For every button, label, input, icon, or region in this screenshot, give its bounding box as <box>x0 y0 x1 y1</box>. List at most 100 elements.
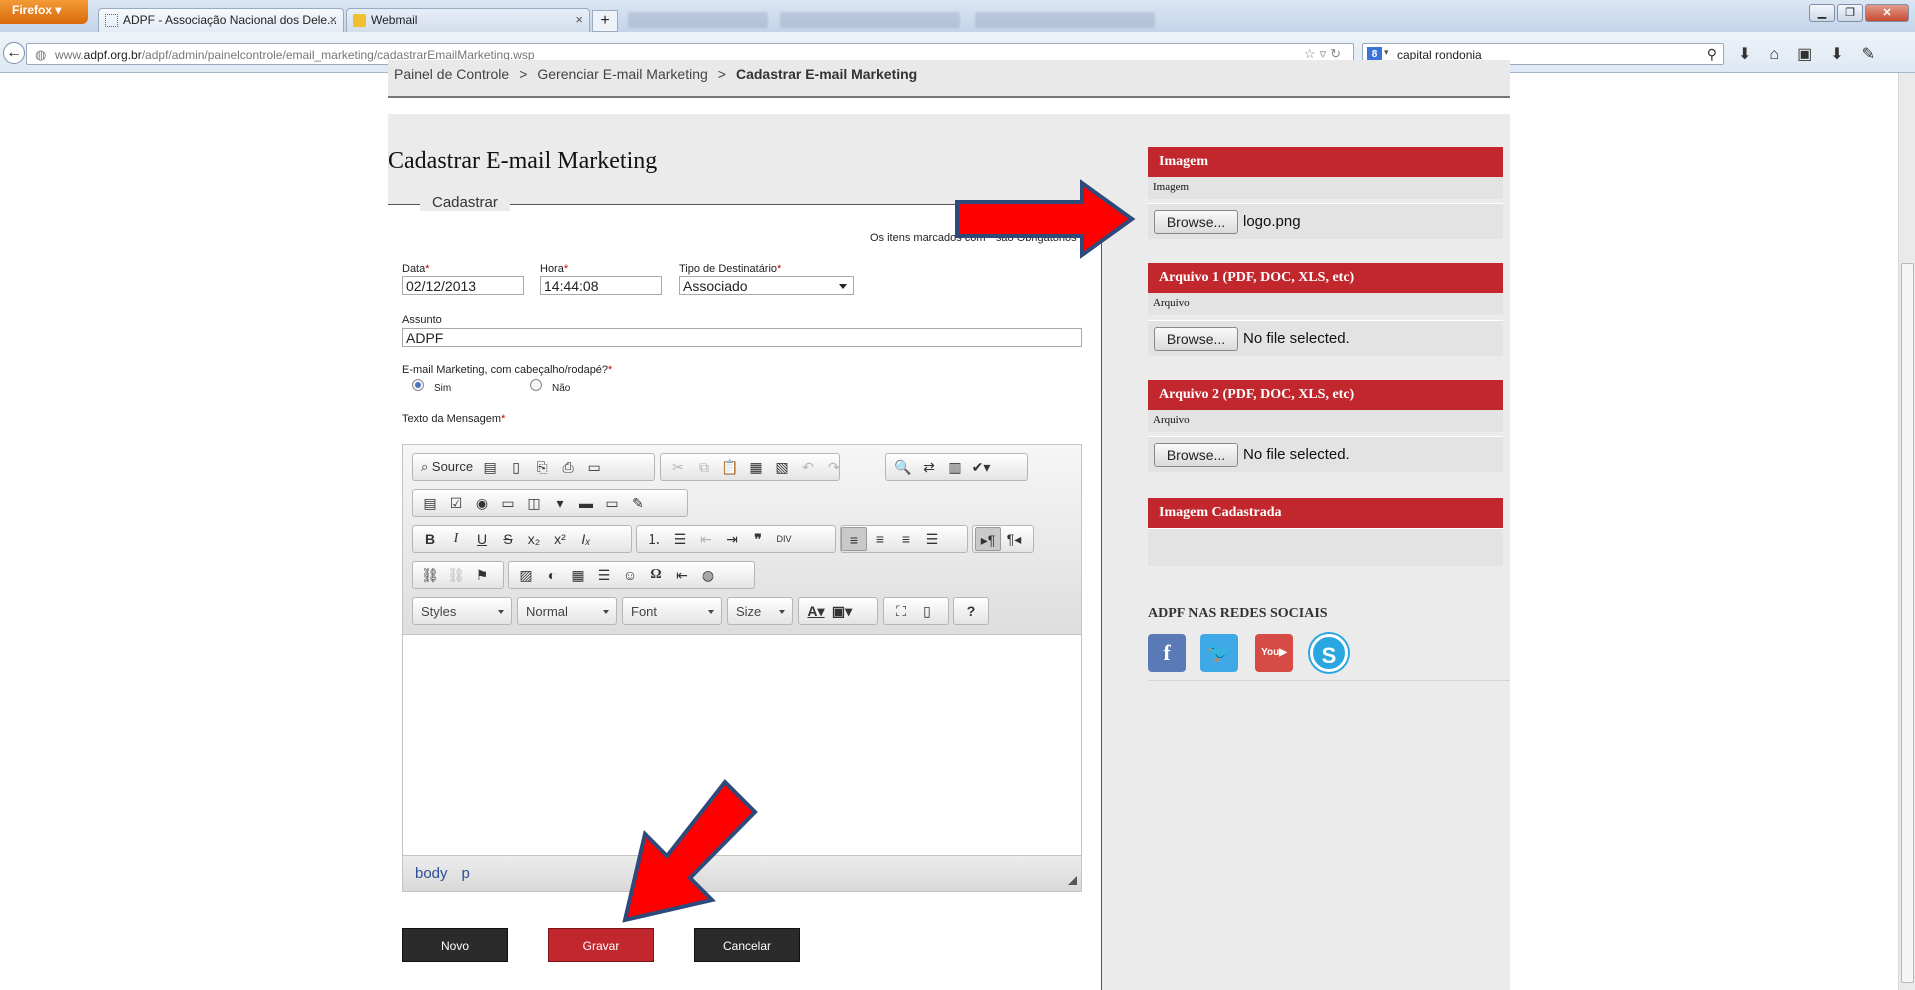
close-icon[interactable]: × <box>329 12 337 27</box>
superscript-icon[interactable]: x² <box>547 527 573 551</box>
spellcheck-icon[interactable]: ✔▾ <box>968 455 994 479</box>
element-path-body[interactable]: body <box>415 865 448 882</box>
new-tab-button[interactable]: + <box>592 10 618 32</box>
chevron-down-icon[interactable]: ▾ <box>1384 47 1389 58</box>
gravar-button[interactable]: Gravar <box>548 928 654 962</box>
font-combo[interactable]: Font <box>622 597 722 625</box>
special-char-icon[interactable]: Ω <box>643 563 669 587</box>
horizontal-rule-icon[interactable]: ☰ <box>591 563 617 587</box>
facebook-icon[interactable]: f <box>1148 634 1186 672</box>
blurred-tab[interactable] <box>628 12 768 28</box>
save-icon[interactable]: ▤ <box>477 455 503 479</box>
div-icon[interactable]: DIV <box>771 527 797 551</box>
home-icon[interactable]: ⌂ <box>1769 46 1797 63</box>
blurred-tab[interactable] <box>780 12 960 28</box>
redo-icon[interactable]: ↷ <box>821 455 847 479</box>
element-path-p[interactable]: p <box>462 865 470 882</box>
size-combo[interactable]: Size <box>727 597 793 625</box>
select-field-icon[interactable]: ▾ <box>547 491 573 515</box>
browse-button[interactable]: Browse... <box>1154 327 1238 351</box>
form-icon[interactable]: ▤ <box>417 491 443 515</box>
subject-input[interactable]: ADPF <box>402 328 1082 347</box>
image-icon[interactable]: ▨ <box>513 563 539 587</box>
strikethrough-icon[interactable]: S <box>495 527 521 551</box>
date-input[interactable]: 02/12/2013 <box>402 276 524 295</box>
radio-icon[interactable]: ◉ <box>469 491 495 515</box>
blurred-tab[interactable] <box>975 12 1155 28</box>
align-center-icon[interactable]: ≡ <box>867 527 893 551</box>
cut-icon[interactable]: ✂ <box>665 455 691 479</box>
anchor-flag-icon[interactable]: ⚑ <box>469 563 495 587</box>
show-blocks-icon[interactable]: ▯ <box>914 599 940 623</box>
page-scrollbar[interactable] <box>1898 73 1915 990</box>
blockquote-icon[interactable]: ❞ <box>745 527 771 551</box>
editor-content-area[interactable] <box>403 636 1081 854</box>
templates-icon[interactable]: ▭ <box>581 455 607 479</box>
bookmarks-icon[interactable]: ▣ <box>1797 46 1830 63</box>
link-icon[interactable]: ⛓ <box>417 563 443 587</box>
help-icon[interactable]: ? <box>958 599 984 623</box>
page-break-icon[interactable]: ⇤ <box>669 563 695 587</box>
align-right-icon[interactable]: ≡ <box>893 527 919 551</box>
table-icon[interactable]: ▦ <box>565 563 591 587</box>
replace-icon[interactable]: ⇄ <box>916 455 942 479</box>
ltr-icon[interactable]: ▸¶ <box>975 527 1001 551</box>
youtube-icon[interactable]: You▶ <box>1255 634 1293 672</box>
button-field-icon[interactable]: ▬ <box>573 491 599 515</box>
bg-color-icon[interactable]: ▣▾ <box>829 599 855 623</box>
twitter-icon[interactable]: 🐦 <box>1200 634 1238 672</box>
checkbox-icon[interactable]: ☑ <box>443 491 469 515</box>
bold-icon[interactable]: B <box>417 527 443 551</box>
iframe-globe-icon[interactable]: ◍ <box>695 563 721 587</box>
subscript-icon[interactable]: x₂ <box>521 527 547 551</box>
italic-icon[interactable]: I <box>443 527 469 551</box>
image-button-icon[interactable]: ▭ <box>599 491 625 515</box>
rtl-icon[interactable]: ¶◂ <box>1001 527 1027 551</box>
tab-adpf[interactable]: ADPF - Associação Nacional dos Dele... × <box>98 8 344 32</box>
save-icon[interactable]: ⬇ <box>1830 46 1861 63</box>
preview-icon[interactable]: ⎘ <box>529 455 555 479</box>
restore-icon[interactable]: ❐ <box>1837 4 1863 22</box>
find-icon[interactable]: 🔍 <box>890 455 916 479</box>
undo-icon[interactable]: ↶ <box>795 455 821 479</box>
download-icon[interactable]: ⬇ <box>1738 46 1769 63</box>
maximize-icon[interactable]: ⛶ <box>888 599 914 623</box>
outdent-icon[interactable]: ⇤ <box>693 527 719 551</box>
novo-button[interactable]: Novo <box>402 928 508 962</box>
cancelar-button[interactable]: Cancelar <box>694 928 800 962</box>
breadcrumb-item[interactable]: Gerenciar E-mail Marketing <box>537 66 707 82</box>
skype-icon[interactable]: S <box>1310 634 1348 672</box>
addon-icon[interactable]: ✎ <box>1862 46 1893 63</box>
firefox-menu-button[interactable]: Firefox ▾ <box>0 0 88 24</box>
resize-handle[interactable] <box>1068 876 1077 885</box>
indent-icon[interactable]: ⇥ <box>719 527 745 551</box>
hidden-field-icon[interactable]: ✎ <box>625 491 651 515</box>
underline-icon[interactable]: U <box>469 527 495 551</box>
select-all-icon[interactable]: ▥ <box>942 455 968 479</box>
paste-text-icon[interactable]: ▦ <box>743 455 769 479</box>
justify-icon[interactable]: ☰ <box>919 527 945 551</box>
paste-icon[interactable]: 📋 <box>717 455 743 479</box>
unlink-icon[interactable]: ⛓ <box>443 563 469 587</box>
paste-word-icon[interactable]: ▧ <box>769 455 795 479</box>
close-icon[interactable]: × <box>575 12 583 27</box>
flash-icon[interactable]: ◐ <box>539 563 565 587</box>
search-icon[interactable]: ⚲ <box>1707 46 1717 63</box>
scroll-thumb[interactable] <box>1901 263 1914 983</box>
browse-button[interactable]: Browse... <box>1154 443 1238 467</box>
textarea-icon[interactable]: ◫ <box>521 491 547 515</box>
browse-button[interactable]: Browse... <box>1154 210 1238 234</box>
recipient-type-select[interactable]: Associado <box>679 276 854 295</box>
remove-format-icon[interactable]: Iₓ <box>573 527 599 551</box>
radio-nao[interactable] <box>530 379 542 391</box>
format-combo[interactable]: Normal <box>517 597 617 625</box>
print-icon[interactable]: ⎙ <box>555 455 581 479</box>
radio-sim[interactable] <box>412 379 424 391</box>
text-color-icon[interactable]: A▾ <box>803 599 829 623</box>
bulleted-list-icon[interactable]: ☰ <box>667 527 693 551</box>
tab-webmail[interactable]: Webmail × <box>346 8 590 32</box>
smiley-icon[interactable]: ☺ <box>617 563 643 587</box>
numbered-list-icon[interactable]: ⒈ <box>641 527 667 551</box>
align-left-icon[interactable]: ≡ <box>841 527 867 551</box>
time-input[interactable]: 14:44:08 <box>540 276 662 295</box>
